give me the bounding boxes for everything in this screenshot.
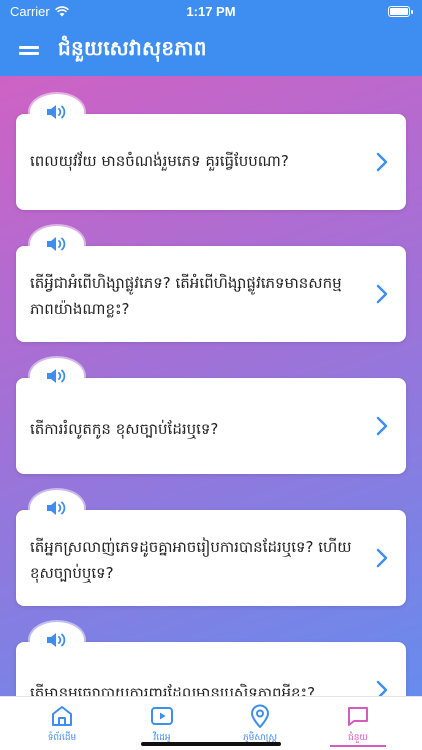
chevron-right-icon — [376, 548, 388, 568]
question-card[interactable]: តើអ្នកស្រលាញ់ភេទដូចគ្នាអាចរៀបការបានដែរឬទ… — [16, 510, 406, 606]
app-header: ជំនួយសេវាសុខភាព — [0, 24, 422, 76]
question-card[interactable]: តើអ្វីជាអំពើហិង្សាផ្លូវភេទ? តើអំពើហិង្សា… — [16, 246, 406, 342]
question-text: តើអ្នកស្រលាញ់ភេទដូចគ្នាអាចរៀបការបានដែរឬទ… — [30, 538, 352, 582]
speaker-icon — [47, 633, 66, 647]
speaker-icon — [47, 501, 66, 515]
question-card[interactable]: ពេលយុវវ័យ មានចំណង់រួមភេទ គួរធ្វើបែបណា? — [16, 114, 406, 210]
location-icon — [251, 704, 269, 728]
question-text: ពេលយុវវ័យ មានចំណង់រួមភេទ គួរធ្វើបែបណា? — [30, 152, 289, 170]
chevron-right-icon — [376, 680, 388, 696]
chevron-right-icon — [376, 416, 388, 436]
tab-label: ទំព័រដើម — [47, 733, 77, 743]
speaker-button[interactable] — [30, 358, 84, 394]
tab-help[interactable]: ជំនួយ — [308, 697, 408, 750]
speaker-icon — [47, 237, 66, 251]
question-card[interactable]: តើការរំលូតកូន ខុសច្បាប់ដែរឬទេ? — [16, 378, 406, 474]
speaker-button[interactable] — [30, 226, 84, 262]
video-icon — [151, 707, 173, 725]
question-list[interactable]: ពេលយុវវ័យ មានចំណង់រួមភេទ គួរធ្វើបែបណា? ត… — [0, 76, 422, 696]
home-icon — [52, 706, 72, 726]
question-text: តើមានមធ្យោបាយការពារដែលមានប្រសិទ្ធភាពអ្វី… — [30, 684, 316, 696]
question-text: តើអ្វីជាអំពើហិង្សាផ្លូវភេទ? តើអំពើហិង្សា… — [30, 274, 342, 318]
speaker-icon — [47, 369, 66, 383]
speaker-button[interactable] — [30, 490, 84, 526]
chat-icon — [348, 707, 368, 726]
chevron-right-icon — [376, 284, 388, 304]
home-indicator — [141, 742, 281, 746]
speaker-button[interactable] — [30, 94, 84, 130]
menu-button[interactable] — [0, 24, 58, 76]
speaker-icon — [47, 105, 66, 119]
status-time: 1:17 PM — [186, 4, 236, 19]
menu-icon — [19, 44, 39, 56]
tab-label: ជំនួយ — [348, 733, 368, 743]
speaker-button[interactable] — [30, 622, 84, 658]
page-title: ជំនួយសេវាសុខភាព — [58, 36, 207, 60]
question-text: តើការរំលូតកូន ខុសច្បាប់ដែរឬទេ? — [30, 420, 219, 438]
chevron-right-icon — [376, 152, 388, 172]
battery-icon — [388, 6, 413, 17]
tab-home[interactable]: ទំព័រដើម — [12, 697, 112, 750]
status-bar: Carrier 1:17 PM — [0, 0, 422, 24]
